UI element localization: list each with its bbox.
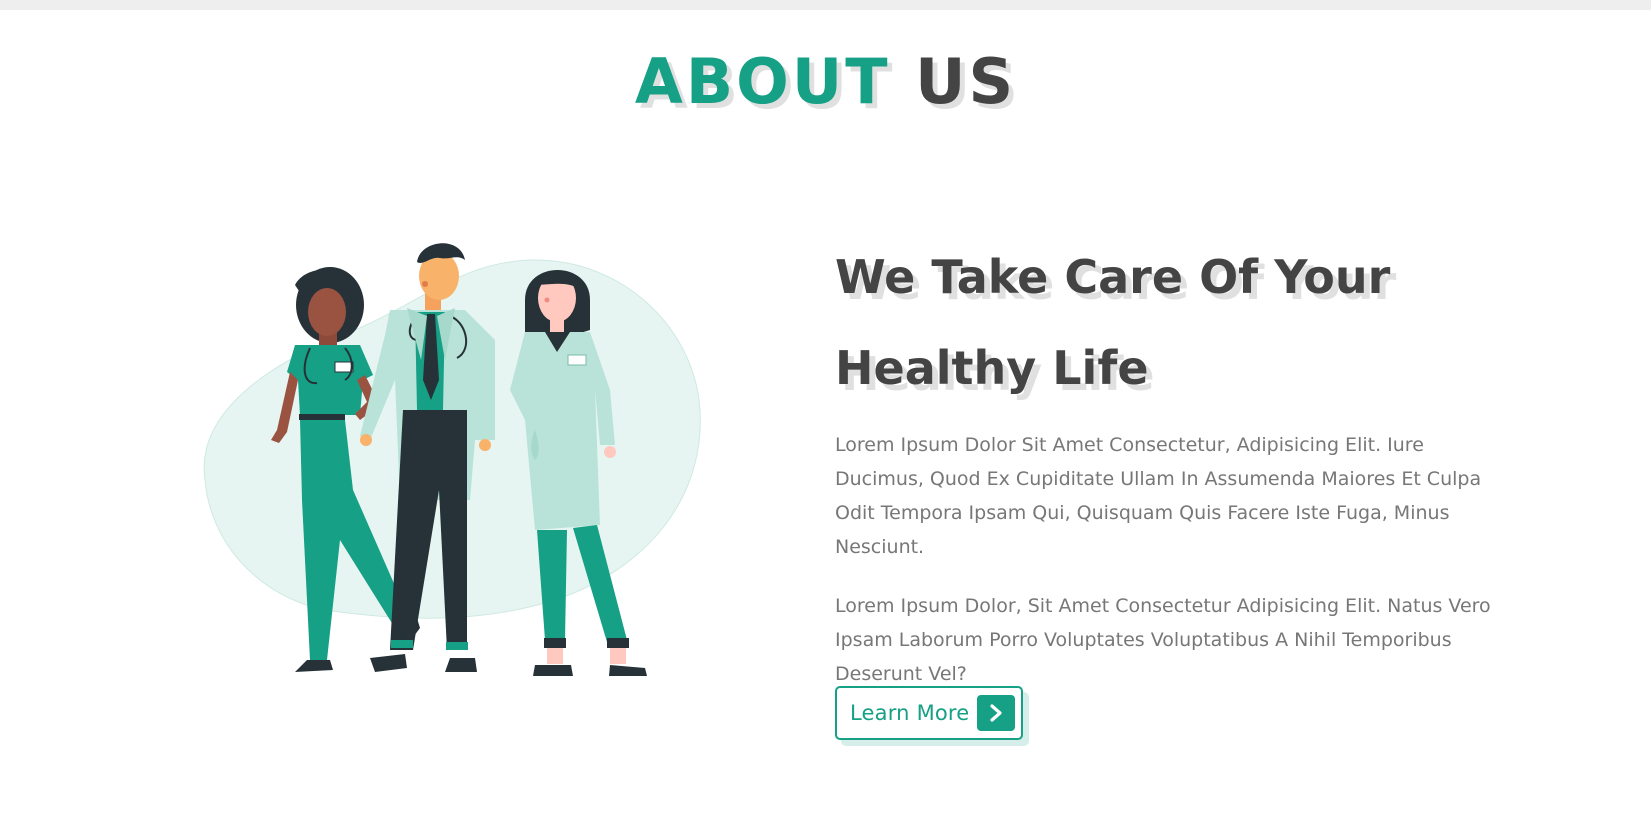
- heading-word: US: [915, 45, 1017, 118]
- about-title: We Take Care Of Your Healthy Life: [835, 250, 1391, 395]
- top-bar: [0, 0, 1651, 10]
- heading-accent-word: ABOUT: [634, 45, 891, 118]
- about-paragraph-1: Lorem Ipsum Dolor Sit Amet Consectetur, …: [835, 434, 1482, 558]
- chevron-right-icon: [977, 695, 1015, 731]
- about-content: We Take Care Of Your Healthy Life Lorem …: [835, 248, 1515, 691]
- section-heading: ABOUT US: [0, 42, 1651, 122]
- learn-more-button[interactable]: Learn More: [835, 686, 1023, 740]
- about-paragraph-2: Lorem Ipsum Dolor, Sit Amet Consectetur …: [835, 595, 1491, 685]
- learn-more-label: Learn More: [850, 701, 970, 725]
- doctors-illustration: [195, 240, 715, 720]
